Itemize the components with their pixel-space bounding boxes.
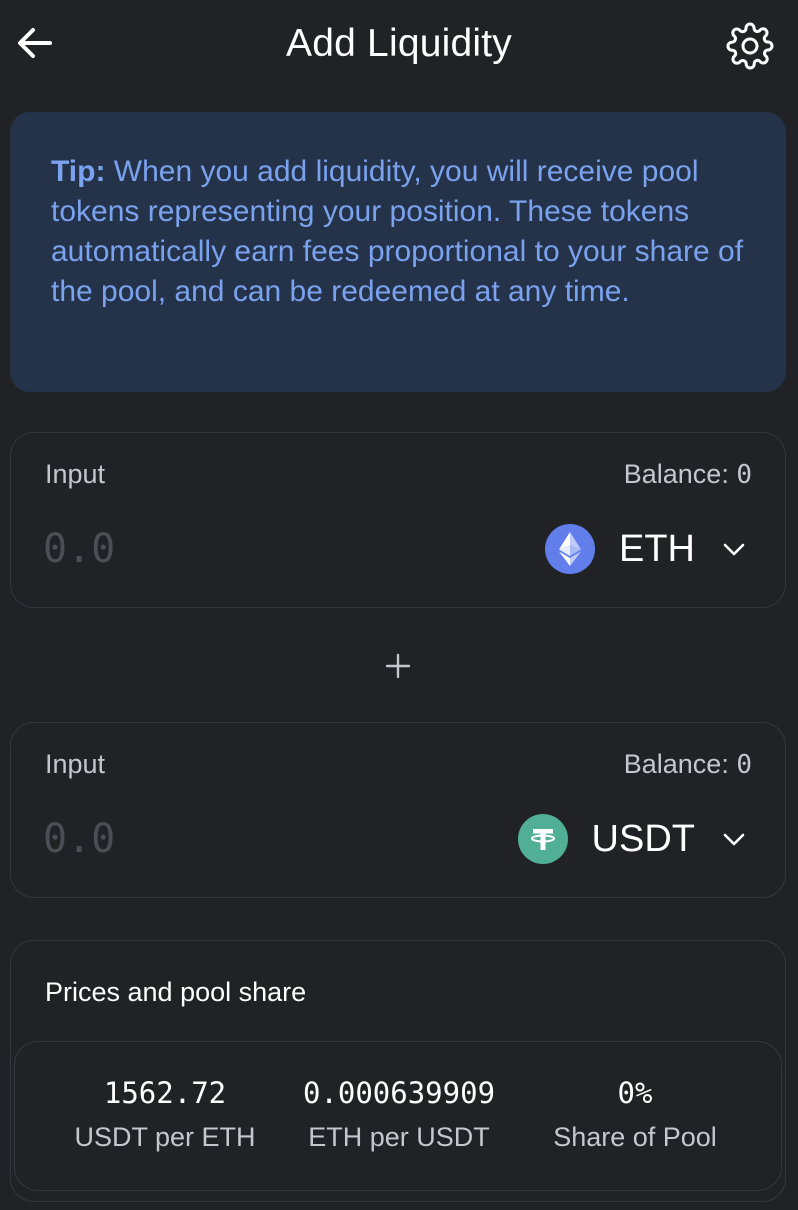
plus-icon [385, 653, 411, 679]
page-title: Add Liquidity [286, 22, 512, 65]
token-select-eth[interactable]: ETH [545, 521, 747, 577]
tip-label: Tip: [51, 155, 106, 188]
token-select-usdt[interactable]: USDT [517, 811, 747, 867]
price-stat-eth-per-usdt: 0.000639909 ETH per USDT [287, 1076, 511, 1153]
price-stat-usdt-per-eth: 1562.72 USDT per ETH [55, 1076, 275, 1153]
input-label: Input [45, 459, 106, 489]
amount-input-eth[interactable] [43, 523, 343, 575]
prices-stats: 1562.72 USDT per ETH 0.000639909 ETH per… [14, 1041, 782, 1191]
gear-icon [726, 22, 774, 70]
stat-value: 1562.72 [103, 1076, 227, 1110]
chevron-down-icon [723, 833, 745, 846]
balance-label: Balance: [623, 459, 729, 489]
tip-text: When you add liquidity, you will receive… [51, 155, 744, 308]
stat-label: Share of Pool [553, 1122, 717, 1152]
tether-icon [517, 814, 568, 864]
add-liquidity-screen: Add Liquidity Tip: When you add liquidit… [0, 0, 798, 1210]
balance-value: 0 [736, 460, 752, 490]
stat-label: USDT per ETH [74, 1122, 256, 1152]
ethereum-icon [545, 524, 595, 574]
header: Add Liquidity [0, 0, 798, 92]
balance-display: Balance: 0 [624, 749, 752, 780]
stat-value: 0.000639909 [302, 1076, 496, 1110]
prices-and-pool-share-panel: Prices and pool share 1562.72 USDT per E… [10, 940, 786, 1202]
balance-value: 0 [736, 750, 752, 780]
token-symbol: USDT [591, 817, 695, 860]
token-input-card-usdt: Input Balance: 0 USDT [10, 722, 786, 898]
balance-display: Balance: 0 [624, 459, 752, 490]
prices-title: Prices and pool share [45, 977, 307, 1007]
balance-label: Balance: [623, 749, 729, 779]
stat-label: ETH per USDT [308, 1122, 490, 1152]
amount-input-usdt[interactable] [43, 813, 343, 865]
stat-value: 0% [617, 1076, 653, 1110]
settings-button[interactable] [726, 22, 774, 70]
chevron-down-icon [723, 543, 745, 556]
token-input-card-eth: Input Balance: 0 ETH [10, 432, 786, 608]
tip-banner: Tip: When you add liquidity, you will re… [10, 112, 786, 392]
input-label: Input [45, 749, 106, 779]
price-stat-share-of-pool: 0% Share of Pool [525, 1076, 745, 1153]
token-symbol: ETH [619, 527, 695, 570]
